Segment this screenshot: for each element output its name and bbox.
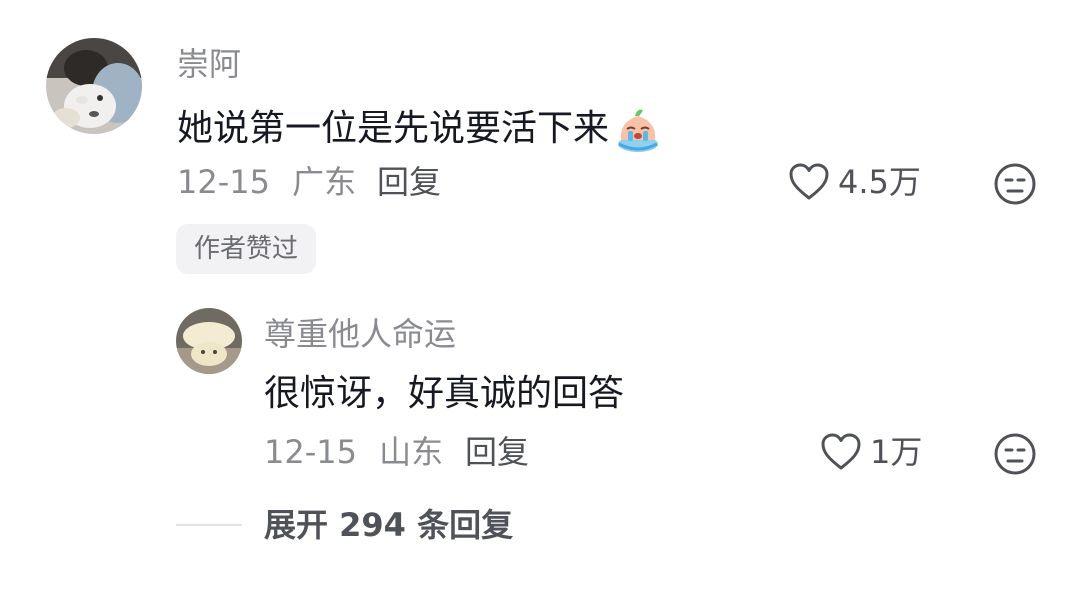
comment-date: 12-15 xyxy=(177,163,270,201)
like-button[interactable]: 4.5万 xyxy=(788,162,921,202)
like-count: 4.5万 xyxy=(838,163,921,201)
comment-username[interactable]: 崇阿 xyxy=(177,44,241,84)
comment-text: 她说第一位是先说要活下来 xyxy=(177,104,663,154)
neutral-face-icon xyxy=(994,163,1036,205)
comment-body: 她说第一位是先说要活下来 xyxy=(177,108,610,149)
author-liked-badge: 作者赞过 xyxy=(176,224,317,274)
reply-reply-button[interactable]: 回复 xyxy=(465,432,529,472)
reply-dislike-button[interactable] xyxy=(993,432,1037,476)
expand-replies-button[interactable]: 展开 294 条回复 xyxy=(264,505,513,545)
reply-location: 山东 xyxy=(379,433,444,471)
comment-location: 广东 xyxy=(292,163,357,201)
reply-like-button[interactable]: 1万 xyxy=(820,432,922,472)
reply-meta: 12-15 山东 xyxy=(264,432,443,472)
heart-icon xyxy=(789,163,829,200)
reply-like-count: 1万 xyxy=(870,433,923,471)
reply-button[interactable]: 回复 xyxy=(377,162,441,202)
crying-emoji-icon xyxy=(613,104,663,154)
reply-username[interactable]: 尊重他人命运 xyxy=(264,314,456,354)
avatar[interactable] xyxy=(46,38,142,134)
expand-divider xyxy=(176,524,242,526)
reply-text: 很惊讶，好真诚的回答 xyxy=(264,373,625,414)
dislike-button[interactable] xyxy=(993,162,1037,206)
reply-avatar[interactable] xyxy=(176,308,242,374)
comment-meta: 12-15 广东 xyxy=(177,162,356,202)
reply-date: 12-15 xyxy=(264,433,357,471)
heart-icon xyxy=(821,433,861,470)
neutral-face-icon xyxy=(994,433,1036,475)
